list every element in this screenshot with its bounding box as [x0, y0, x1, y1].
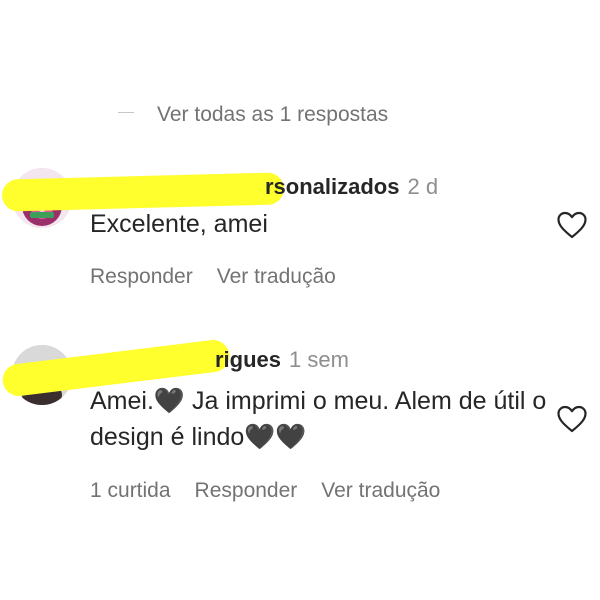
heart-outline-icon	[557, 211, 587, 239]
translate-button[interactable]: Ver tradução	[321, 479, 440, 502]
replies-divider	[118, 112, 134, 113]
comment-actions: Responder Ver tradução	[90, 265, 336, 289]
likes-count[interactable]: 1 curtida	[90, 479, 171, 502]
username[interactable]: rsonalizados	[265, 174, 399, 199]
timestamp: 1 sem	[289, 347, 349, 372]
comment-header: rigues 1 sem	[215, 347, 349, 373]
like-button[interactable]	[556, 210, 588, 240]
timestamp: 2 d	[407, 174, 439, 199]
comment-text: Amei.🖤 Ja imprimi o meu. Alem de útil o …	[90, 387, 547, 451]
reply-button[interactable]: Responder	[195, 479, 298, 502]
translate-button[interactable]: Ver tradução	[217, 265, 336, 288]
comment-header: rsonalizados 2 d	[265, 174, 438, 200]
comment-text: Excelente, amei	[90, 210, 268, 238]
reply-button[interactable]: Responder	[90, 265, 193, 288]
view-replies-button[interactable]: Ver todas as 1 respostas	[157, 103, 388, 127]
heart-outline-icon	[557, 405, 587, 433]
like-button[interactable]	[556, 404, 588, 434]
username[interactable]: rigues	[215, 347, 281, 372]
comment-actions: 1 curtida Responder Ver tradução	[90, 479, 440, 503]
